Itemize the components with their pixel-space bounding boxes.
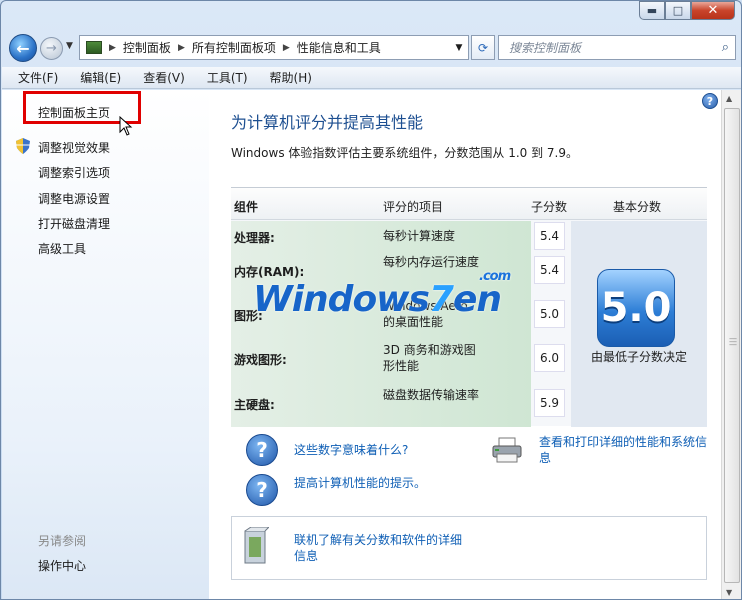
row-gaming-score: 6.0 — [534, 344, 565, 372]
watermark-logo: Windows7en .com — [253, 269, 511, 320]
base-score-panel: 5.0 由最低子分数决定 — [571, 221, 707, 427]
scroll-up-icon[interactable]: ▲ — [726, 94, 732, 103]
page-title: 为计算机评分并提高其性能 — [231, 113, 424, 132]
watermark-suffix: en — [452, 279, 502, 320]
help-icon[interactable]: ? — [702, 93, 718, 109]
row-gaming-label: 游戏图形: — [234, 353, 287, 367]
row-gaming-item: 3D 商务和游戏图形性能 — [383, 343, 476, 373]
row-cpu-item: 每秒计算速度 — [383, 229, 456, 243]
sidebar-item-action-center[interactable]: 操作中心 — [38, 557, 86, 574]
row-cpu-label: 处理器: — [234, 231, 275, 245]
address-dropdown-button[interactable]: ▼ — [450, 43, 468, 53]
page-subtitle: Windows 体验指数评估主要系统组件，分数范围从 1.0 到 7.9。 — [231, 146, 578, 160]
watermark-text: Windows — [253, 279, 430, 320]
forward-button[interactable]: → — [40, 37, 63, 60]
sidebar-item-disk-cleanup[interactable]: 打开磁盘清理 — [38, 215, 110, 232]
online-details-link[interactable]: 联机了解有关分数和软件的详细信息 — [294, 532, 462, 564]
score-table-header: 组件 评分的项目 子分数 基本分数 — [231, 188, 707, 220]
row-disk-score: 5.9 — [534, 389, 565, 417]
row-ram-score: 5.4 — [534, 256, 565, 284]
sidebar: 控制面板主页 调整视觉效果 调整索引选项 调整电源设置 打开磁盘清理 高级工具 … — [2, 90, 209, 599]
breadcrumb-performance[interactable]: 性能信息和工具 — [297, 39, 381, 56]
address-bar[interactable]: ▶ 控制面板 ▶ 所有控制面板项 ▶ 性能信息和工具 ▼ — [79, 35, 469, 60]
print-details-link[interactable]: 查看和打印详细的性能和系统信息 — [539, 434, 711, 466]
score-rows-bg — [231, 221, 531, 427]
header-subscore: 子分数 — [531, 200, 568, 214]
base-score-caption: 由最低子分数决定 — [590, 350, 687, 364]
window: ▬ □ ✕ ← → ▼ ▶ 控制面板 ▶ 所有控制面板项 ▶ 性能信息和工具 ▼… — [0, 0, 742, 600]
search-input[interactable]: 搜索控制面板 ⌕ — [498, 35, 736, 60]
search-icon[interactable]: ⌕ — [722, 40, 729, 55]
printer-icon — [492, 437, 522, 463]
chevron-right-icon[interactable]: ▶ — [178, 43, 185, 53]
software-box-icon — [244, 527, 269, 564]
menu-edit[interactable]: 编辑(E) — [80, 69, 121, 86]
question-icon: ? — [246, 434, 278, 466]
header-component: 组件 — [234, 200, 259, 214]
scroll-grip-icon: — — — — [729, 334, 737, 349]
maximize-button[interactable]: □ — [665, 1, 691, 20]
header-rated-item: 评分的项目 — [383, 200, 444, 214]
navigation-bar: ← → ▼ ▶ 控制面板 ▶ 所有控制面板项 ▶ 性能信息和工具 ▼ ⟳ 搜索控… — [9, 32, 736, 62]
row-disk-label: 主硬盘: — [234, 398, 275, 412]
sidebar-item-power[interactable]: 调整电源设置 — [38, 190, 110, 207]
menu-tools[interactable]: 工具(T) — [207, 69, 248, 86]
menu-help[interactable]: 帮助(H) — [270, 69, 312, 86]
close-button[interactable]: ✕ — [691, 1, 735, 20]
scroll-down-icon[interactable]: ▼ — [726, 588, 732, 597]
row-graphics-score: 5.0 — [534, 300, 565, 328]
question-icon: ? — [246, 474, 278, 506]
row-disk-item: 磁盘数据传输速率 — [383, 388, 480, 402]
caption-buttons: ▬ □ ✕ — [639, 1, 735, 20]
performance-tips-link[interactable]: 提高计算机性能的提示。 — [294, 475, 426, 491]
row-ram-label: 内存(RAM): — [234, 265, 305, 279]
sidebar-item-advanced-tools[interactable]: 高级工具 — [38, 240, 86, 257]
scroll-thumb[interactable]: — — — — [724, 108, 740, 583]
row-cpu-score: 5.4 — [534, 222, 565, 250]
minimize-button[interactable]: ▬ — [639, 1, 665, 20]
sidebar-item-visual-effects[interactable]: 调整视觉效果 — [38, 139, 110, 156]
back-button[interactable]: ← — [9, 34, 37, 62]
control-panel-icon — [86, 41, 102, 54]
menu-view[interactable]: 查看(V) — [143, 69, 185, 86]
search-placeholder: 搜索控制面板 — [509, 41, 582, 55]
header-base-score: 基本分数 — [613, 200, 662, 214]
watermark-seven: 7 — [428, 279, 454, 320]
base-score-badge: 5.0 — [597, 269, 675, 347]
refresh-button[interactable]: ⟳ — [471, 35, 495, 60]
chevron-right-icon[interactable]: ▶ — [109, 43, 116, 53]
row-ram-item: 每秒内存运行速度 — [383, 255, 480, 269]
menu-file[interactable]: 文件(F) — [18, 69, 58, 86]
watermark-com: .com — [479, 269, 511, 284]
shield-icon — [16, 138, 30, 154]
sidebar-item-indexing[interactable]: 调整索引选项 — [38, 164, 110, 181]
see-also-heading: 另请参阅 — [38, 534, 87, 548]
menu-bar: 文件(F) 编辑(E) 查看(V) 工具(T) 帮助(H) — [2, 67, 741, 89]
recent-pages-dropdown[interactable]: ▼ — [66, 41, 73, 51]
breadcrumb-all-items[interactable]: 所有控制面板项 — [192, 39, 276, 56]
vertical-scrollbar[interactable]: ▲ — — — ▼ — [721, 90, 741, 599]
mouse-cursor-icon — [119, 116, 133, 136]
breadcrumb-control-panel[interactable]: 控制面板 — [123, 39, 171, 56]
chevron-right-icon[interactable]: ▶ — [283, 43, 290, 53]
what-numbers-mean-link[interactable]: 这些数字意味着什么? — [294, 442, 408, 458]
